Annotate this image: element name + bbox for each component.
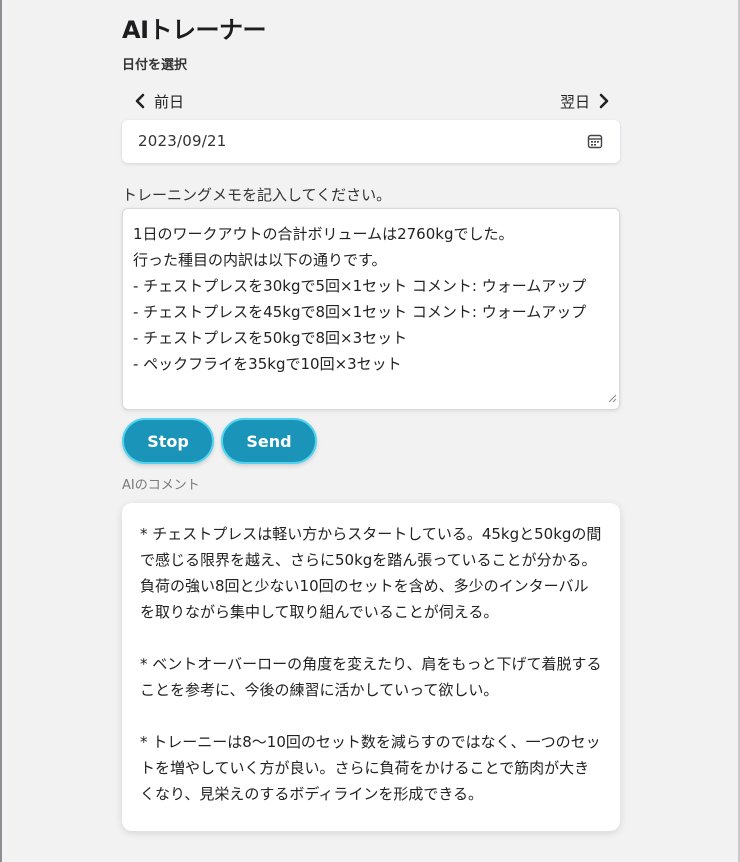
memo-line: - チェストプレスを50kgで8回×3セット: [133, 329, 408, 347]
ai-comment-paragraph: * チェストプレスは軽い方からスタートしている。45kgと50kgの間で感じる限…: [140, 525, 602, 621]
next-day-button[interactable]: 翌日: [560, 88, 610, 114]
chevron-right-icon: [598, 93, 610, 109]
prev-day-button[interactable]: 前日: [134, 88, 184, 114]
ai-comment-label: AIのコメント: [122, 478, 200, 493]
resize-handle-icon[interactable]: [608, 388, 617, 407]
stop-button[interactable]: Stop: [122, 418, 214, 464]
memo-line: - チェストプレスを30kgで5回×1セット コメント: ウォームアップ: [133, 277, 587, 295]
memo-line: 1日のワークアウトの合計ボリュームは2760kgでした。: [133, 225, 514, 243]
memo-label: トレーニングメモを記入してください。: [122, 186, 392, 204]
window-left-edge: [0, 0, 2, 862]
ai-comment-card: * チェストプレスは軽い方からスタートしている。45kgと50kgの間で感じる限…: [122, 503, 620, 831]
date-value: 2023/09/21: [138, 132, 227, 150]
ai-comment-paragraph: * トレーニーは8～10回のセット数を減らすのではなく、一つのセットを増やしてい…: [140, 733, 601, 803]
prev-day-label: 前日: [154, 92, 185, 111]
next-day-label: 翌日: [559, 92, 590, 111]
calendar-icon[interactable]: [587, 133, 603, 153]
ai-comment-paragraph: * ベントオーバーローの角度を変えたり、肩をもっと下げて着脱することを参考に、今…: [140, 655, 602, 699]
memo-line: - チェストプレスを45kgで8回×1セット コメント: ウォームアップ: [133, 303, 587, 321]
memo-line: 行った種目の内訳は以下の通りです。: [133, 251, 387, 269]
date-select-label: 日付を選択: [122, 58, 188, 73]
chevron-left-icon: [134, 93, 146, 109]
date-navigation: 前日 翌日: [122, 88, 620, 114]
send-button[interactable]: Send: [221, 418, 317, 464]
memo-textarea[interactable]: 1日のワークアウトの合計ボリュームは2760kgでした。 行った種目の内訳は以下…: [122, 208, 620, 410]
page-title: AIトレーナー: [122, 16, 267, 44]
date-input[interactable]: 2023/09/21: [122, 120, 620, 163]
memo-line: - ペックフライを35kgで10回×3セット: [133, 355, 402, 373]
